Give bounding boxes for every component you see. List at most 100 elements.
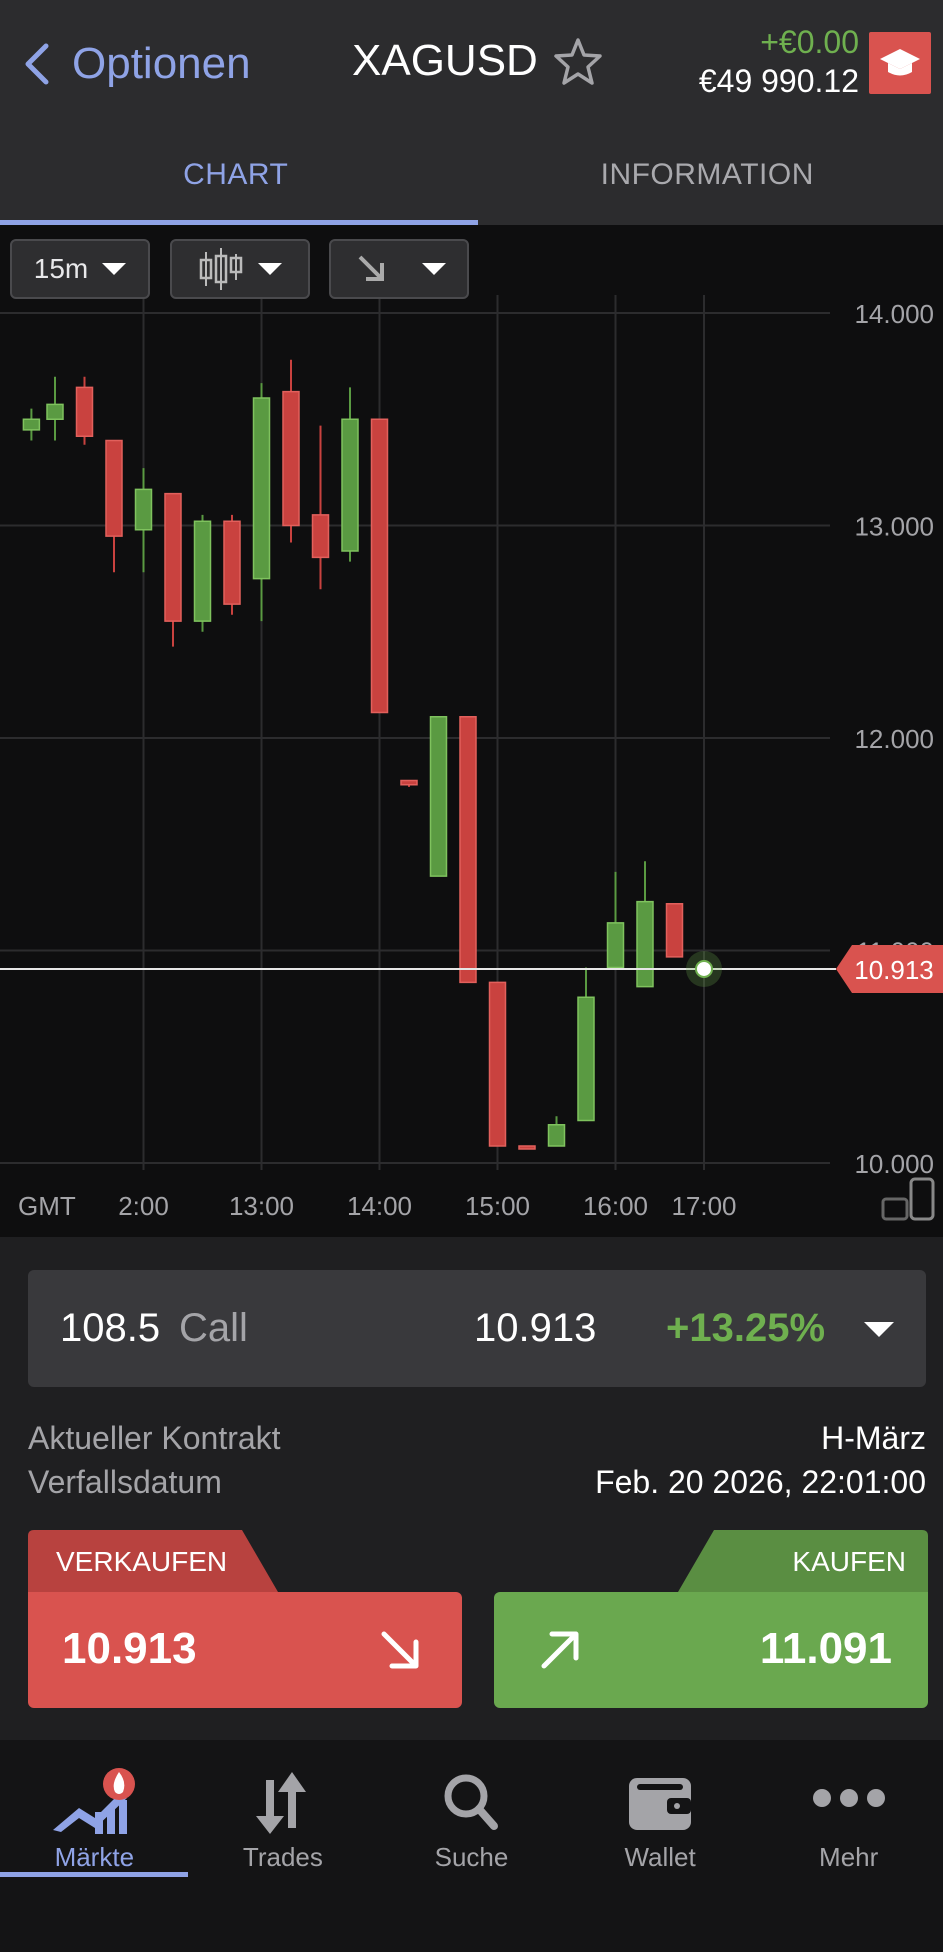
buy-label: KAUFEN [792,1546,906,1577]
candle-body [311,514,330,559]
candle-body [488,981,507,1147]
timezone-label: GMT [18,1191,76,1221]
current-contract-label: Aktueller Kontrakt [28,1420,281,1456]
more-icon [812,1789,885,1807]
candle-body [459,716,477,984]
account-summary: +€0.00 €49 990.12 [699,24,859,100]
tab-chart[interactable]: CHART [0,125,478,225]
candle-body [164,492,182,622]
account-balance: €49 990.12 [698,63,859,99]
last-price-dot [695,959,713,978]
markets-icon [53,1768,136,1834]
candle-body [577,996,595,1122]
candle-body [429,716,448,877]
caret-down-icon [258,263,282,275]
candle-body [400,779,418,786]
arrow-up-right-icon [541,1631,579,1669]
current-contract-value: H-März [821,1420,926,1456]
pnl-change: +€0.00 [760,24,859,60]
x-tick-label: 2:00 [118,1191,169,1221]
current-contract-row: Aktueller Kontrakt H-März [28,1420,926,1457]
search-icon [444,1774,499,1830]
buy-button[interactable]: KAUFEN 11.091 [494,1530,928,1708]
nav-trades[interactable]: Trades [189,1740,378,1952]
expiry-label: Verfallsdatum [28,1464,222,1500]
candle-body [547,1124,566,1147]
candle-body [341,418,359,552]
trades-icon [255,1772,306,1834]
expiry-row: Verfallsdatum Feb. 20 2026, 22:01:00 [28,1464,926,1501]
drawing-tool-dropdown[interactable] [329,239,469,299]
nav-label: Mehr [819,1842,879,1872]
x-tick-label: 15:00 [465,1191,530,1221]
tab-bar: CHART INFORMATION [0,125,943,225]
chevron-left-icon [25,43,49,85]
contract-price: 10.913 [474,1306,597,1350]
sell-button[interactable]: VERKAUFEN 10.913 [28,1530,462,1708]
candle-body [665,903,684,958]
y-tick-label: 13.000 [854,512,934,542]
timeframe-dropdown[interactable]: 15m [10,239,150,299]
x-tick-label: 14:00 [347,1191,412,1221]
x-tick-label: 13:00 [229,1191,294,1221]
education-button[interactable] [869,32,931,94]
instrument-symbol: XAGUSD [352,36,538,85]
candle-body [193,520,212,622]
candle-body [134,488,153,531]
nav-more[interactable]: Mehr [754,1740,943,1952]
arrow-down-right-icon [381,1631,419,1669]
candle-body [518,1145,536,1150]
nav-search[interactable]: Suche [377,1740,566,1952]
nav-label: Suche [434,1842,509,1872]
candle-body [252,397,271,580]
tab-information[interactable]: INFORMATION [472,125,943,225]
wallet-icon [629,1778,692,1830]
star-icon[interactable] [552,36,604,88]
nav-markets[interactable]: Märkte [0,1740,189,1952]
x-tick-label: 16:00 [583,1191,648,1221]
sell-price: 10.913 [62,1624,197,1673]
price-chart[interactable]: 14.00013.00012.00011.00010.0002:0013:001… [0,225,943,1237]
chart-area[interactable]: 14.00013.00012.00011.00010.0002:0013:001… [0,225,943,1237]
candle-body [22,418,41,431]
candle-body [606,922,625,969]
buy-price: 11.091 [759,1624,892,1673]
sell-label: VERKAUFEN [56,1546,228,1577]
candle-body [105,439,123,537]
rotate-screen-icon[interactable] [879,1177,939,1223]
back-button[interactable]: Optionen [18,36,251,92]
contract-type: Call [179,1306,248,1350]
y-tick-label: 10.000 [854,1149,934,1179]
timeframe-label: 15m [33,253,89,284]
contract-change: +13.25% [666,1306,826,1350]
candle-body [370,418,389,714]
y-tick-label: 14.000 [854,299,934,329]
graduation-cap-icon [880,49,920,76]
sell-price-panel: 10.913 [28,1592,462,1708]
contract-strike: 108.5 [60,1306,161,1350]
nav-label: Märkte [54,1842,135,1872]
nav-label: Wallet [624,1842,696,1872]
x-tick-label: 17:00 [671,1191,736,1221]
back-label: Optionen [72,39,251,88]
candle-body [282,390,300,527]
caret-down-icon [102,263,127,275]
header: Optionen XAGUSD +€0.00 €49 990.12 [0,0,943,125]
candle-body [223,520,241,605]
candle-body [75,386,94,437]
chart-type-dropdown[interactable] [170,239,310,299]
expiry-value: Feb. 20 2026, 22:01:00 [595,1464,926,1500]
nav-label: Trades [242,1842,323,1872]
candlestick-icon [199,248,243,290]
buy-price-panel: 11.091 [494,1592,928,1708]
caret-down-icon [422,263,446,275]
candle-body [636,900,654,988]
last-price-label: 10.913 [854,955,934,985]
y-tick-label: 12.000 [854,724,934,754]
contract-selector[interactable]: 108.5 Call 10.913 +13.25% [28,1270,926,1387]
arrow-down-right-icon [358,255,384,281]
candle-body [46,403,64,420]
nav-wallet[interactable]: Wallet [566,1740,755,1952]
caret-down-icon [864,1322,894,1337]
bottom-navigation: Märkte Trades Suche Wallet Mehr [0,1740,943,1952]
